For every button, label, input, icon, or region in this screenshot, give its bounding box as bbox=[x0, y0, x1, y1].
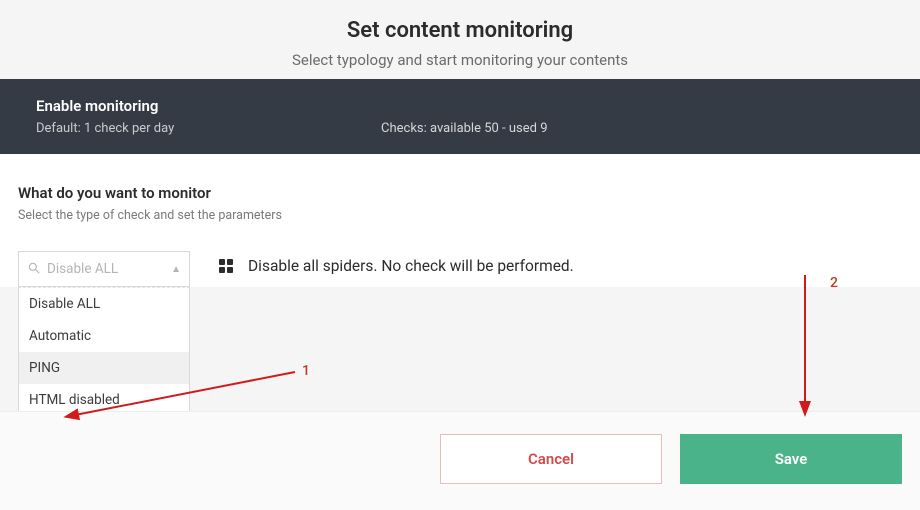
page-title: Set content monitoring bbox=[0, 18, 920, 43]
option-ping[interactable]: PING bbox=[19, 352, 189, 384]
cancel-button[interactable]: Cancel bbox=[440, 434, 662, 484]
chevron-up-icon: ▲ bbox=[171, 264, 181, 275]
footer-actions: Cancel Save bbox=[0, 411, 920, 510]
annotation-arrow-2 bbox=[790, 270, 820, 420]
option-automatic[interactable]: Automatic bbox=[19, 320, 189, 352]
selection-description-text: Disable all spiders. No check will be pe… bbox=[248, 257, 574, 275]
page-header: Set content monitoring Select typology a… bbox=[0, 0, 920, 79]
annotation-label-1: 1 bbox=[302, 363, 310, 379]
monitor-question-sub: Select the type of check and set the par… bbox=[18, 208, 902, 223]
shield-icon bbox=[218, 258, 234, 274]
select-box[interactable]: Disable ALL ▲ bbox=[18, 251, 190, 287]
main-section: What do you want to monitor Select the t… bbox=[0, 154, 920, 287]
enable-monitoring-bar: Enable monitoring Default: 1 check per d… bbox=[0, 79, 920, 154]
page-subtitle: Select typology and start monitoring you… bbox=[0, 51, 920, 69]
search-icon bbox=[27, 260, 41, 279]
enable-monitoring-left: Enable monitoring Default: 1 check per d… bbox=[36, 97, 381, 136]
save-button[interactable]: Save bbox=[680, 434, 902, 484]
monitor-question-title: What do you want to monitor bbox=[18, 184, 902, 202]
select-placeholder: Disable ALL bbox=[41, 261, 171, 277]
selection-description: Disable all spiders. No check will be pe… bbox=[218, 251, 574, 275]
enable-monitoring-sub: Default: 1 check per day bbox=[36, 121, 381, 136]
checks-status: Checks: available 50 - used 9 bbox=[381, 97, 548, 136]
select-dropdown: Disable ALL Automatic PING HTML disabled bbox=[18, 287, 190, 417]
annotation-label-2: 2 bbox=[830, 275, 838, 291]
option-disable-all[interactable]: Disable ALL bbox=[19, 288, 189, 320]
monitor-row: Disable ALL ▲ Disable ALL Automatic PING… bbox=[18, 251, 902, 287]
monitor-type-select[interactable]: Disable ALL ▲ Disable ALL Automatic PING… bbox=[18, 251, 190, 287]
enable-monitoring-title: Enable monitoring bbox=[36, 97, 381, 115]
